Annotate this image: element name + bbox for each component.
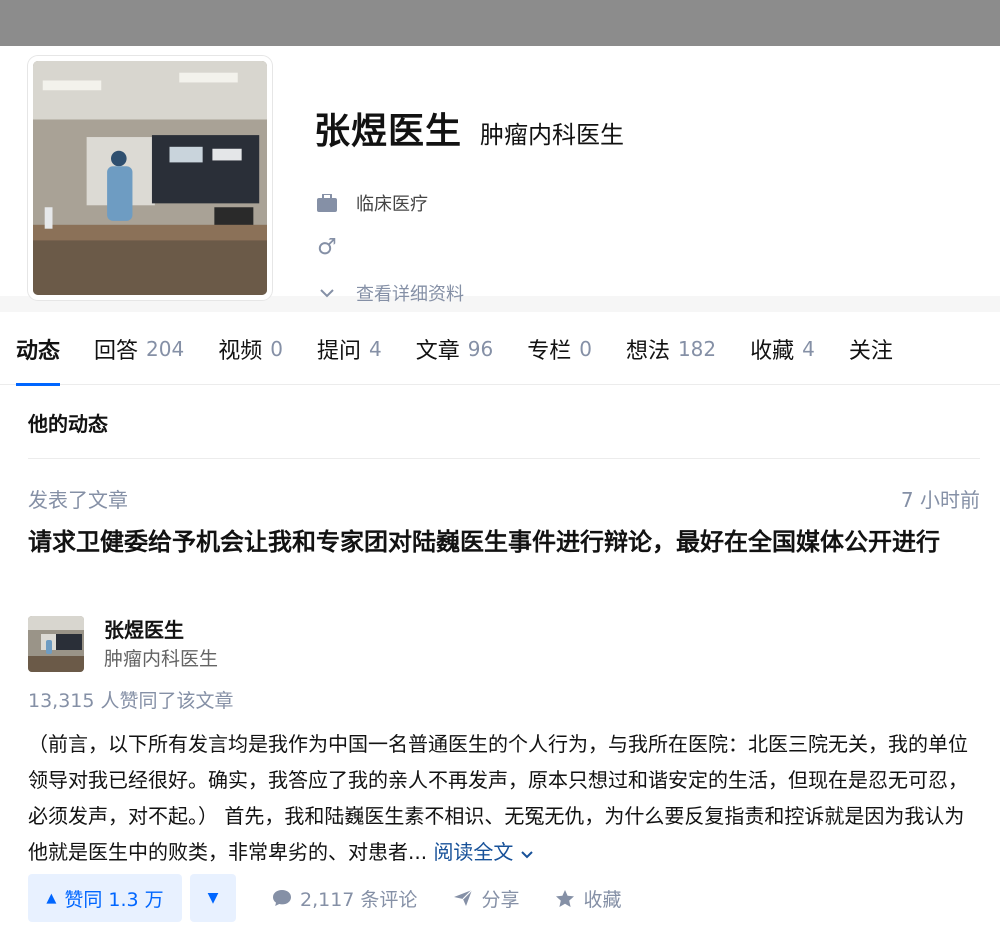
tab-count: 0 (579, 336, 592, 361)
read-more-link[interactable]: 阅读全文 (433, 840, 533, 864)
tab-label: 回答 (94, 338, 139, 364)
star-icon (555, 889, 575, 908)
collect-button[interactable]: 收藏 (555, 885, 621, 912)
article-actions: ▲ 赞同 1.3 万 ▼ 2,117 条评论 分享 收藏 (28, 874, 621, 922)
article-title-link[interactable]: 请求卫健委给予机会让我和专家团对陆巍医生事件进行辩论，最好在全国媒体公开进行 (28, 520, 978, 564)
tab-count: 182 (677, 336, 717, 361)
briefcase-icon (316, 192, 338, 214)
author-headline: 肿瘤内科医生 (104, 648, 219, 670)
profile-header: 张煜医生 肿瘤内科医生 临床医疗 ♂ 查看详细资料 (0, 46, 1000, 305)
industry-label: 临床医疗 (356, 194, 428, 215)
author-info: 张煜医生 肿瘤内科医生 (28, 616, 218, 674)
profile-tabs: 动态 回答 204 视频 0 提问 4 文章 96 专栏 0 想法 182 收藏 4 关注 (0, 312, 1000, 386)
profile-info: 张煜医生 肿瘤内科医生 (314, 102, 624, 166)
tab-label: 专栏 (527, 338, 572, 364)
vote-summary: 13,315 人赞同了该文章 (28, 690, 234, 712)
author-avatar-photo (28, 616, 84, 672)
comments-label: 2,117 条评论 (300, 888, 418, 911)
tab-collections[interactable]: 收藏 4 (750, 312, 815, 385)
profile-main: 动态 回答 204 视频 0 提问 4 文章 96 专栏 0 想法 182 收藏 4 关注 他… (0, 312, 1000, 932)
profile-cover (0, 0, 1000, 46)
tab-label: 收藏 (750, 338, 795, 364)
article-excerpt[interactable]: （前言，以下所有发言均是我作为中国一名普通医生的个人行为，与我所在医院：北医三院… (28, 726, 978, 870)
tab-label: 视频 (218, 338, 263, 364)
share-button[interactable]: 分享 (453, 885, 519, 912)
tab-following[interactable]: 关注 (849, 312, 893, 385)
tab-activity[interactable]: 动态 (16, 312, 61, 386)
profile-gender: ♂ (316, 234, 356, 260)
tab-count: 96 (467, 336, 494, 361)
share-label: 分享 (481, 888, 520, 911)
section-title: 他的动态 (28, 412, 108, 436)
vote-up-label: 赞同 1.3 万 (64, 888, 164, 911)
collect-label: 收藏 (583, 888, 622, 911)
tab-label: 提问 (316, 338, 361, 364)
vote-up-button[interactable]: ▲ 赞同 1.3 万 (28, 874, 182, 922)
tab-count: 4 (802, 336, 815, 361)
view-profile-details-link[interactable]: 查看详细资料 (316, 280, 464, 306)
tab-questions[interactable]: 提问 4 (317, 312, 382, 385)
tab-videos[interactable]: 视频 0 (218, 312, 283, 385)
feed-item-meta: 发表了文章 (28, 488, 128, 512)
view-details-label: 查看详细资料 (356, 284, 464, 305)
paper-plane-icon (453, 889, 473, 907)
profile-headline: 肿瘤内科医生 (480, 121, 625, 149)
tab-label: 想法 (625, 338, 670, 364)
male-icon: ♂ (317, 234, 337, 260)
avatar-photo (33, 61, 267, 295)
author-name-link[interactable]: 张煜医生 (104, 616, 218, 644)
profile-name: 张煜医生 (314, 111, 463, 152)
tab-columns[interactable]: 专栏 0 (527, 312, 592, 385)
tab-articles[interactable]: 文章 96 (416, 312, 493, 385)
chevron-down-icon (316, 282, 338, 304)
tab-label: 动态 (16, 338, 61, 364)
chevron-down-icon (521, 851, 533, 859)
tab-label: 文章 (415, 338, 460, 364)
tab-pins[interactable]: 想法 182 (626, 312, 716, 385)
tab-count: 4 (368, 336, 382, 361)
tab-label: 关注 (848, 338, 893, 364)
comment-icon (272, 889, 292, 907)
tab-answers[interactable]: 回答 204 (94, 312, 184, 385)
profile-avatar[interactable] (28, 56, 272, 300)
triangle-down-icon: ▼ (207, 890, 219, 906)
profile-industry: 临床医疗 (316, 190, 428, 216)
feed-item-time: 7 小时前 (900, 488, 980, 512)
section-divider (28, 458, 980, 459)
tab-count: 204 (146, 336, 185, 361)
read-more-label: 阅读全文 (433, 840, 514, 864)
vote-down-button[interactable]: ▼ (190, 874, 236, 922)
comments-button[interactable]: 2,117 条评论 (272, 885, 417, 912)
tab-count: 0 (270, 336, 283, 361)
author-avatar[interactable] (28, 616, 84, 672)
triangle-up-icon: ▲ (46, 890, 57, 906)
